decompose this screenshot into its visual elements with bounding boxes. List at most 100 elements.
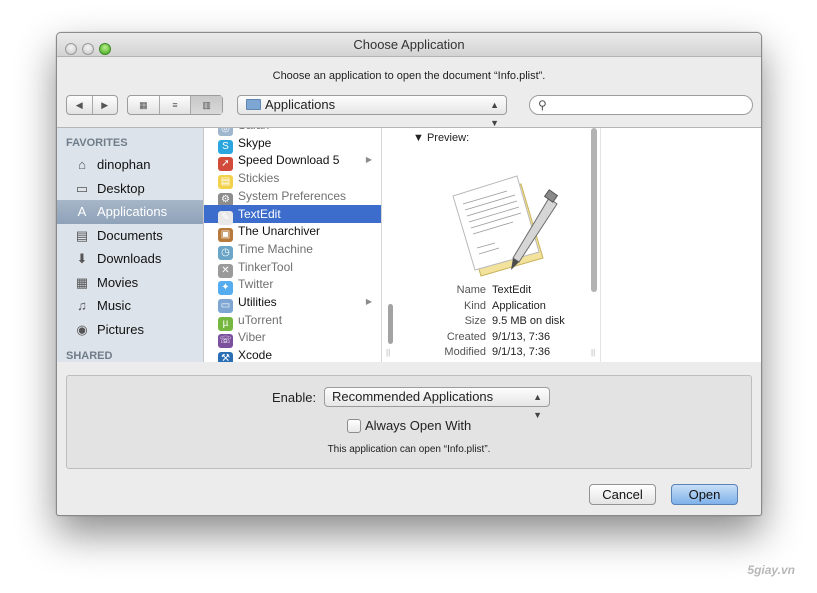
cancel-button[interactable]: Cancel — [589, 484, 656, 505]
popup-arrows-icon: ▲ ▼ — [533, 392, 542, 420]
textedit-icon — [452, 175, 559, 277]
sidebar: FAVORITES ⌂ dinophan ▭ Desktop A Applications… — [57, 127, 203, 362]
sidebar-item-dinophan[interactable]: ⌂ dinophan — [57, 153, 203, 177]
sidebar-item-label: Pictures — [97, 321, 144, 337]
app-label: Utilities — [238, 295, 277, 309]
choose-application-dialog: Choose Application Choose an application… — [56, 32, 762, 516]
always-open-label[interactable]: Always Open With — [365, 418, 471, 433]
metadata-row-created: Created 9/1/13, 7:36 — [405, 330, 601, 346]
disclosure-arrow-icon: ▶ — [365, 155, 372, 165]
preview-resize-handle[interactable]: || — [591, 348, 595, 357]
app-item-utorrent[interactable]: µ uTorrent — [204, 311, 381, 331]
column-view-button[interactable]: ▥ — [191, 96, 223, 114]
list-view-button[interactable]: ≡ — [160, 96, 192, 114]
minimize-window-button[interactable] — [82, 43, 94, 55]
sidebar-item-label: Downloads — [97, 251, 162, 266]
back-button[interactable]: ◀ — [67, 96, 93, 114]
sidebar-item-movies[interactable]: ▦ Movies — [57, 271, 203, 295]
applications-column-scrollbar[interactable] — [388, 304, 393, 344]
close-window-button[interactable] — [65, 43, 77, 55]
disclosure-arrow-icon: ▶ — [365, 297, 372, 306]
app-item-viber[interactable]: ☏ Viber — [204, 328, 381, 349]
window-controls — [65, 39, 116, 63]
downloads-icon: ⬇ — [76, 251, 88, 266]
app-item-tinkertool[interactable]: ✕ TinkerTool — [204, 258, 381, 278]
app-item-system-preferences[interactable]: ⚙ System Preferences — [204, 187, 381, 207]
app-label: Time Machine — [238, 241, 313, 256]
metadata-value: 9.5 MB on disk — [492, 315, 565, 327]
app-item-twitter[interactable]: ✦ Twitter — [204, 275, 381, 296]
sidebar-item-applications[interactable]: A Applications — [57, 200, 203, 224]
app-item-stickies[interactable]: ▤ Stickies — [204, 169, 381, 190]
column-resize-handle[interactable]: || — [386, 348, 390, 357]
metadata-key: Size — [464, 315, 486, 327]
can-open-message: This application can open “Info.plist”. — [327, 444, 491, 455]
applications-icon: A — [77, 204, 87, 219]
metadata-key: Name — [456, 284, 486, 296]
app-label: TextEdit — [238, 206, 281, 221]
metadata-value: Application — [492, 299, 546, 312]
preview-scrollbar[interactable] — [591, 128, 597, 292]
preview-column: ▼ Preview: Name TextEdit Kind Application Si… — [405, 128, 601, 362]
preview-metadata: Name TextEdit Kind Application Size 9.5 MB on… — [405, 283, 601, 361]
enable-label: Enable: — [272, 390, 317, 405]
app-item-speed-download-5[interactable]: ➚ Speed Download 5 ▶ — [204, 151, 381, 172]
app-label: Speed Download 5 — [238, 153, 340, 168]
metadata-row-modified: Modified 9/1/13, 7:36 — [405, 345, 601, 361]
app-icon: ⚒ — [218, 352, 233, 362]
shared-header: SHARED — [66, 350, 113, 362]
icon-view-button[interactable]: ▦ — [128, 96, 160, 114]
sidebar-item-label: Music — [97, 298, 131, 313]
forward-button[interactable]: ▶ — [93, 96, 118, 114]
metadata-key: Created — [446, 330, 486, 343]
location-label: Applications — [265, 97, 336, 112]
sidebar-item-downloads[interactable]: ⬇ Downloads — [57, 247, 203, 271]
search-icon: ⚲ — [538, 98, 547, 112]
app-label: Xcode — [238, 348, 273, 362]
dialog-prompt: Choose an application to open the docume… — [272, 70, 546, 82]
sidebar-item-music[interactable]: ♫ Music — [57, 294, 203, 318]
folder-icon — [246, 99, 261, 110]
metadata-row-size: Size 9.5 MB on disk — [405, 314, 601, 330]
metadata-row-kind: Kind Application — [405, 299, 601, 315]
app-item-textedit[interactable]: ✎ TextEdit — [204, 204, 381, 225]
app-item-utilities[interactable]: ▭ Utilities ▶ — [204, 293, 381, 313]
options-panel: Enable: Recommended Applications ▲ ▼ Alwa… — [66, 375, 752, 469]
app-label: Viber — [238, 330, 266, 345]
app-label: Twitter — [238, 277, 274, 292]
sidebar-item-pictures[interactable]: ◉ Pictures — [57, 318, 203, 342]
title-bar: Choose Application — [57, 33, 761, 57]
app-item-xcode[interactable]: ⚒ Xcode — [204, 346, 381, 362]
app-item-skype[interactable]: S Skype — [204, 134, 381, 154]
app-label: The Unarchiver — [238, 224, 321, 239]
pictures-icon: ◉ — [76, 321, 88, 337]
sidebar-item-label: Desktop — [97, 180, 145, 196]
music-icon: ♫ — [77, 298, 87, 313]
preview-header[interactable]: ▼ Preview: — [413, 132, 469, 144]
app-label: TinkerTool — [238, 259, 293, 274]
favorites-header: FAVORITES — [66, 137, 128, 149]
location-popup[interactable]: Applications ▲ ▼ — [237, 95, 507, 128]
enable-popup[interactable]: Recommended Applications ▲ ▼ — [324, 387, 550, 420]
app-label: Safari — [238, 128, 269, 132]
search-input[interactable] — [554, 97, 744, 113]
app-item-time-machine[interactable]: ◷ Time Machine — [204, 240, 381, 260]
documents-icon: ▤ — [75, 227, 89, 243]
metadata-key: Modified — [444, 346, 486, 358]
sidebar-item-label: dinophan — [97, 157, 151, 172]
metadata-value: TextEdit — [492, 284, 532, 296]
movies-icon: ▦ — [75, 274, 89, 290]
app-item-the-unarchiver[interactable]: ▣ The Unarchiver — [204, 222, 381, 243]
sidebar-item-documents[interactable]: ▤ Documents — [57, 224, 203, 248]
sidebar-item-label: Documents — [97, 227, 163, 243]
search-field[interactable]: ⚲ — [529, 95, 753, 115]
always-open-checkbox[interactable] — [347, 419, 361, 433]
sidebar-item-desktop[interactable]: ▭ Desktop — [57, 177, 203, 201]
zoom-window-button[interactable] — [99, 43, 111, 55]
app-label: System Preferences — [238, 188, 347, 203]
app-label: Stickies — [238, 171, 280, 186]
metadata-key: Kind — [463, 299, 486, 312]
sidebar-item-label: Movies — [97, 274, 139, 290]
enable-value: Recommended Applications — [332, 389, 494, 404]
open-button[interactable]: Open — [671, 484, 738, 505]
